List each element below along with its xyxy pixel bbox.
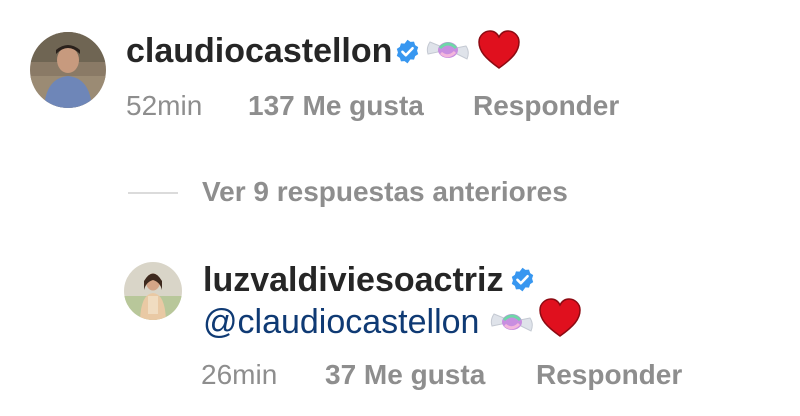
comment-reply-button[interactable]: Responder xyxy=(473,89,619,123)
view-previous-replies-button[interactable]: Ver 9 respuestas anteriores xyxy=(202,175,568,209)
verified-badge-icon xyxy=(509,266,536,293)
verified-badge-icon xyxy=(394,38,421,65)
reply-reply-button[interactable]: Responder xyxy=(536,358,682,392)
candy-emoji-icon xyxy=(426,32,470,68)
reply-likes-count[interactable]: 37 Me gusta xyxy=(325,358,485,392)
red-heart-emoji-icon xyxy=(477,30,521,70)
comment-timestamp: 52min xyxy=(126,90,203,121)
reply-timestamp: 26min xyxy=(201,359,278,390)
avatar-luzvaldiviesoactriz[interactable] xyxy=(124,262,182,320)
candy-emoji-icon xyxy=(490,304,534,340)
avatar-claudiocastellon[interactable] xyxy=(30,32,106,108)
comment-likes-count[interactable]: 137 Me gusta xyxy=(248,89,424,123)
reply-mention-link[interactable]: @claudiocastellon xyxy=(203,302,479,342)
red-heart-emoji-icon xyxy=(538,298,582,338)
reply-username[interactable]: luzvaldiviesoactriz xyxy=(203,260,503,300)
comment-username[interactable]: claudiocastellon xyxy=(126,31,392,71)
thread-divider xyxy=(128,192,178,194)
